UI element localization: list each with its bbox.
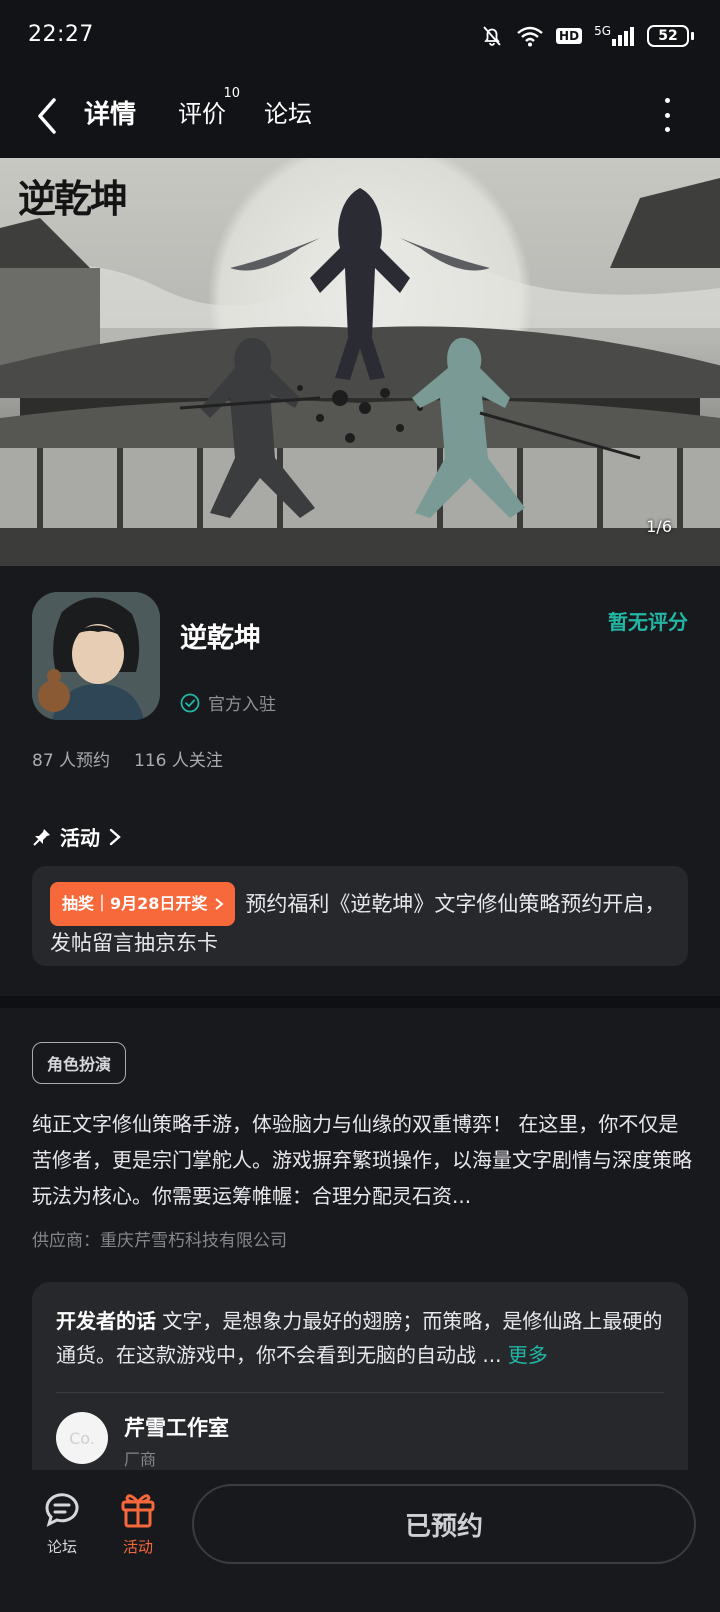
game-description[interactable]: 纯正文字修仙策略手游，体验脑力与仙缘的双重博弈！ 在这里，你不仅是苦修者，更是宗… <box>32 1106 692 1214</box>
game-logo: 逆乾坤 <box>18 176 128 221</box>
verified-check-icon <box>180 693 200 712</box>
back-button[interactable] <box>28 92 68 140</box>
battery-level: 52 <box>647 25 689 47</box>
status-time: 22:27 <box>28 22 94 47</box>
activity-card[interactable]: 抽奖｜9月28日开奖 预约福利《逆乾坤》文字修仙策略预约开启，发帖留言抽京东卡 <box>32 866 688 966</box>
divider <box>56 1392 664 1393</box>
gift-icon <box>121 1494 155 1528</box>
tab-detail-label: 详情 <box>84 100 137 130</box>
developer-role: 厂商 <box>124 1450 157 1469</box>
status-bar: 22:27 HD 5G 52 <box>0 0 720 76</box>
genre-tag[interactable]: 角色扮演 <box>32 1042 127 1084</box>
developer-avatar[interactable]: Co. <box>56 1412 108 1464</box>
network-type: 5G <box>594 24 611 38</box>
app-icon <box>32 592 160 720</box>
official-badge: 官方入驻 <box>180 690 276 715</box>
app-stats: 87 人预约 116 人关注 <box>32 746 223 771</box>
supplier-info: 供应商：重庆芹雪朽科技有限公司 <box>32 1231 287 1251</box>
status-icons: HD 5G 52 <box>480 24 694 48</box>
reservation-count: 87 人预约 <box>32 751 111 771</box>
official-label: 官方入驻 <box>208 695 276 715</box>
chat-bubble-icon <box>45 1493 79 1527</box>
more-options-button[interactable] <box>662 98 672 132</box>
character-portrait-icon <box>32 592 160 720</box>
tab-forum-label: 论坛 <box>264 100 312 128</box>
rating-status: 暂无评分 <box>608 610 688 634</box>
section-divider <box>0 996 720 1008</box>
activity-shortcut[interactable]: 活动 <box>108 1488 168 1557</box>
screenshot-carousel[interactable]: 逆乾坤 1/6 <box>0 158 720 566</box>
top-nav: 详情 评价 10 论坛 <box>0 76 720 158</box>
chevron-right-icon <box>109 828 121 845</box>
activity-section-header[interactable]: 活动 <box>32 822 122 851</box>
forum-shortcut[interactable]: 论坛 <box>32 1488 92 1557</box>
tab-detail[interactable]: 详情 <box>80 94 141 131</box>
developer-note-title: 开发者的话 <box>56 1309 156 1333</box>
wifi-icon <box>517 26 543 47</box>
tab-review-label: 评价 <box>178 100 226 128</box>
app-info-section: 逆乾坤 官方入驻 暂无评分 87 人预约 116 人关注 活动 抽奖｜9月28日… <box>0 566 720 996</box>
mute-bell-icon <box>483 26 501 46</box>
follower-count: 116 人关注 <box>134 751 223 771</box>
more-dot-icon <box>664 98 670 103</box>
more-link[interactable]: 更多 <box>508 1343 548 1367</box>
bottom-action-bar: 论坛 活动 已预约 <box>0 1470 720 1612</box>
battery-indicator: 52 <box>647 25 694 47</box>
chevron-left-icon <box>38 98 56 134</box>
developer-note[interactable]: 开发者的话 文字，是想象力最好的翅膀；而策略，是修仙路上最硬的通货。在这款游戏中… <box>56 1304 668 1372</box>
more-dot-icon <box>664 112 670 118</box>
activity-heading: 活动 <box>60 826 100 850</box>
app-name: 逆乾坤 <box>180 623 261 654</box>
description-section: 角色扮演 纯正文字修仙策略手游，体验脑力与仙缘的双重博弈！ 在这里，你不仅是苦修… <box>0 1008 720 1492</box>
lottery-badge: 抽奖｜9月28日开奖 <box>50 882 236 926</box>
tab-review[interactable]: 评价 10 <box>178 86 240 129</box>
activity-label: 活动 <box>122 1538 153 1556</box>
developer-name[interactable]: 芹雪工作室 <box>124 1412 229 1442</box>
hd-badge: HD <box>556 28 583 44</box>
reserved-button[interactable]: 已预约 <box>192 1484 696 1564</box>
chevron-right-icon <box>215 898 224 910</box>
tab-forum[interactable]: 论坛 <box>264 94 312 129</box>
carousel-counter: 1/6 <box>646 517 672 536</box>
lottery-badge-label: 抽奖｜9月28日开奖 <box>62 894 208 913</box>
developer-card: 开发者的话 文字，是想象力最好的翅膀；而策略，是修仙路上最硬的通货。在这款游戏中… <box>32 1282 688 1492</box>
forum-label: 论坛 <box>46 1538 77 1556</box>
signal-icon <box>612 27 634 46</box>
review-count-badge: 10 <box>223 86 240 101</box>
more-dot-icon <box>664 127 670 132</box>
pin-icon <box>33 828 50 846</box>
